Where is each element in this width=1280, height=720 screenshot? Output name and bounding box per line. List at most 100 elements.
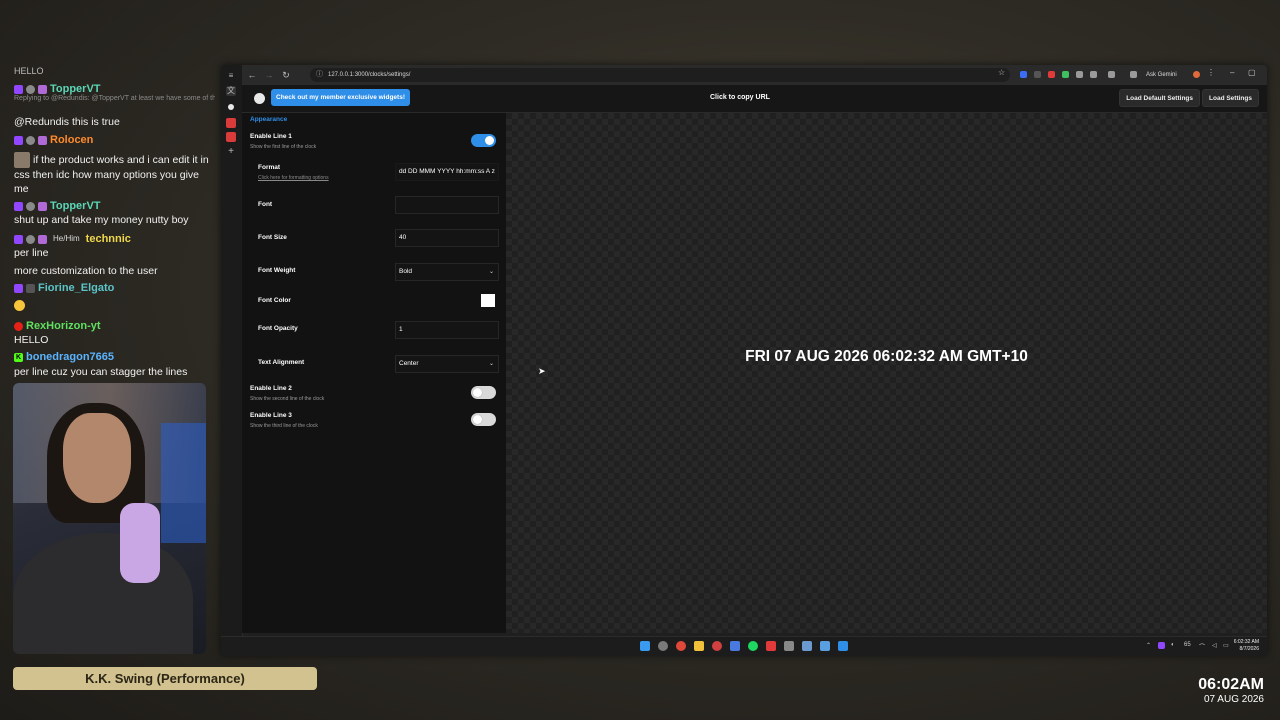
url-text: 127.0.0.1:3000/clocks/settings/ — [328, 72, 411, 78]
extension-icon[interactable] — [1062, 71, 1069, 78]
browser-icon[interactable] — [712, 641, 722, 651]
section-title: Appearance — [250, 116, 288, 123]
ask-gemini-button[interactable]: Ask Gemini — [1146, 69, 1177, 81]
chat-username: Fiorine_Elgato — [38, 282, 115, 294]
chat-user-row: K bonedragon7665 — [14, 350, 211, 364]
obs-icon[interactable] — [658, 641, 668, 651]
chat-message — [14, 300, 211, 315]
load-settings-button[interactable]: Load Settings — [1202, 89, 1259, 107]
extension-icon[interactable] — [1076, 71, 1083, 78]
volume-icon[interactable]: ◁ — [1212, 642, 1217, 649]
font-input[interactable] — [395, 196, 499, 214]
tray-app-icon[interactable] — [1158, 642, 1165, 649]
line3-subtitle: Show the third line of the clock — [250, 423, 318, 429]
mouse-cursor-icon: ➤ — [538, 366, 546, 376]
app-header: Check out my member exclusive widgets! C… — [242, 85, 1267, 113]
playlist-icon[interactable] — [1130, 71, 1137, 78]
app-icon[interactable] — [784, 641, 794, 651]
site-info-icon[interactable]: ⓘ — [316, 68, 323, 82]
font-color-swatch[interactable] — [481, 294, 495, 307]
font-opacity-label: Font Opacity — [258, 325, 298, 332]
chat-message: per line cuz you can stagger the lines — [14, 366, 188, 378]
chat-message: @Redundis this is true — [14, 116, 120, 128]
wifi-icon[interactable]: ⌒ — [1199, 642, 1205, 651]
tab-favicon-icon[interactable]: 文 — [226, 86, 236, 96]
line1-toggle[interactable] — [471, 134, 496, 147]
format-input[interactable]: dd DD MMM YYYY hh:mm:ss A z — [395, 163, 499, 181]
bookmark-star-icon[interactable]: ☆ — [998, 68, 1005, 77]
file-explorer-icon[interactable] — [694, 641, 704, 651]
reload-icon[interactable]: ↻ — [279, 70, 293, 81]
tray-temp: 65 — [1184, 642, 1191, 648]
twitch-icon — [14, 201, 23, 211]
settings-panel: Appearance Enable Line 1 Show the first … — [242, 113, 506, 633]
twitch-icon — [14, 84, 23, 94]
line2-toggle[interactable] — [471, 386, 496, 399]
menu-kebab-icon[interactable]: ⋮ — [1207, 68, 1215, 77]
font-weight-select[interactable]: Bold ⌄ — [395, 263, 499, 281]
tab-clock-icon[interactable] — [228, 104, 234, 110]
app-logo-icon — [254, 93, 265, 104]
tray-chevron-icon[interactable]: ⌃ — [1146, 642, 1151, 649]
webcam-feed — [13, 383, 206, 654]
chat-username: RexHorizon-yt — [26, 320, 101, 332]
text-alignment-value: Center — [399, 360, 419, 367]
profile-avatar-icon[interactable] — [1193, 71, 1200, 78]
chat-username: Rolocen — [50, 134, 94, 146]
member-widgets-button[interactable]: Check out my member exclusive widgets! — [271, 89, 410, 106]
minimize-icon[interactable]: – — [1230, 68, 1234, 77]
start-menu-icon[interactable] — [640, 641, 650, 651]
app-icon[interactable] — [820, 641, 830, 651]
chat-user-row: TopperVT — [14, 82, 211, 96]
chat-message-text: if the product works and i can edit it i… — [14, 153, 209, 195]
tray-app-icon[interactable]: ◐ — [1171, 642, 1175, 648]
sub-badge-icon — [38, 135, 47, 145]
twitch-icon — [14, 234, 23, 244]
mod-badge-icon — [26, 84, 35, 94]
app-icon[interactable] — [766, 641, 776, 651]
load-default-settings-button[interactable]: Load Default Settings — [1119, 89, 1200, 107]
app-icon[interactable] — [802, 641, 812, 651]
chat-username: technnic — [85, 233, 131, 245]
sidebar-toggle-icon[interactable]: ≡ — [226, 71, 236, 81]
pronoun-badge: He/Him — [53, 234, 80, 243]
line1-subtitle: Show the first line of the clock — [250, 144, 317, 150]
extension-icon[interactable] — [1048, 71, 1055, 78]
font-size-input[interactable]: 40 — [395, 229, 499, 247]
font-opacity-input[interactable]: 1 — [395, 321, 499, 339]
chat-user-row: RexHorizon-yt — [14, 319, 211, 333]
font-size-label: Font Size — [258, 234, 287, 241]
copy-url-button[interactable]: Click to copy URL — [710, 94, 770, 101]
new-tab-icon[interactable]: + — [226, 147, 236, 157]
extension-icon[interactable] — [1034, 71, 1041, 78]
font-weight-label: Font Weight — [258, 267, 296, 274]
now-playing-bar: K.K. Swing (Performance) — [13, 667, 317, 690]
taskbar-clock[interactable]: 6:02:32 AM 8/7/2026 — [1234, 639, 1259, 653]
chrome-icon[interactable] — [676, 641, 686, 651]
address-bar[interactable]: ⓘ 127.0.0.1:3000/clocks/settings/ — [310, 68, 1010, 82]
chevron-down-icon: ⌄ — [488, 269, 494, 275]
line3-toggle[interactable] — [471, 413, 496, 426]
microphone-icon — [120, 503, 160, 583]
extensions-puzzle-icon[interactable] — [1108, 71, 1115, 78]
chat-reply-context: Replying to @Redundis: @TopperVT at leas… — [14, 95, 215, 102]
app-icon[interactable] — [730, 641, 740, 651]
maximize-icon[interactable]: ▢ — [1248, 68, 1256, 77]
spotify-icon[interactable] — [748, 641, 758, 651]
close-icon[interactable]: ✕ — [1266, 68, 1267, 77]
mod-badge-icon — [26, 135, 35, 145]
taskbar: ⌃ ◐ 65 ⌒ ◁ ▭ 6:02:32 AM 8/7/2026 — [221, 636, 1267, 656]
back-icon[interactable]: ← — [245, 70, 259, 80]
battery-icon[interactable]: ▭ — [1223, 642, 1229, 649]
tab-red-icon[interactable] — [226, 118, 236, 128]
extension-icon[interactable] — [1020, 71, 1027, 78]
text-alignment-select[interactable]: Center ⌄ — [395, 355, 499, 373]
formatting-options-link[interactable]: Click here for formatting options — [258, 175, 329, 181]
extension-icon[interactable] — [1090, 71, 1097, 78]
stream-chat: HELLO TopperVT Replying to @Redundis: @T… — [0, 60, 215, 380]
vscode-icon[interactable] — [838, 641, 848, 651]
chat-username: bonedragon7665 — [26, 351, 115, 363]
forward-icon[interactable]: → — [262, 70, 276, 80]
tab-red-icon[interactable] — [226, 132, 236, 142]
chat-message: more customization to the user — [14, 265, 158, 277]
